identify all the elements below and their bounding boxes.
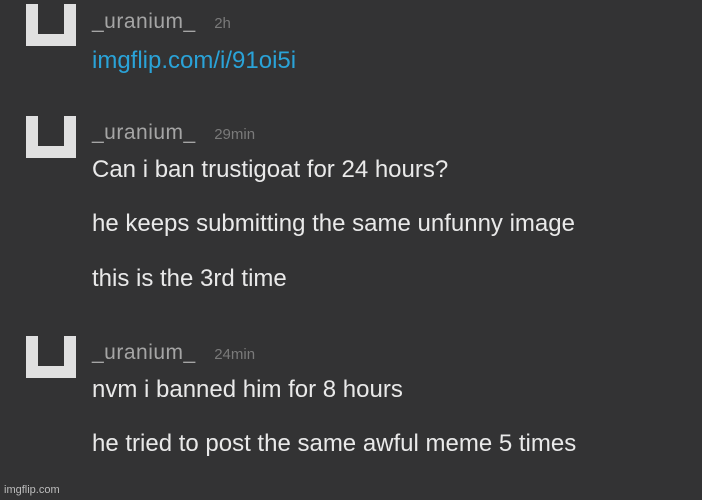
username-link[interactable]: _uranium_ xyxy=(92,121,196,144)
comment-text: this is the 3rd time xyxy=(92,265,287,292)
user-avatar-icon[interactable] xyxy=(26,4,76,46)
comment-text: he tried to post the same awful meme 5 t… xyxy=(92,430,577,457)
timestamp: 2h xyxy=(214,15,231,32)
timestamp: 29min xyxy=(214,126,256,143)
timestamp: 24min xyxy=(214,346,256,363)
watermark: imgflip.com xyxy=(4,484,60,496)
comment-meta: _uranium_ 2h xyxy=(92,10,231,34)
image-link[interactable]: imgflip.com/i/91oi5i xyxy=(92,47,296,75)
comment-meta: _uranium_ 24min xyxy=(92,341,255,365)
username-link[interactable]: _uranium_ xyxy=(92,10,196,33)
user-avatar-icon[interactable] xyxy=(26,116,76,158)
comment-text: he keeps submitting the same unfunny ima… xyxy=(92,210,575,237)
username-link[interactable]: _uranium_ xyxy=(92,341,196,364)
user-avatar-icon[interactable] xyxy=(26,336,76,378)
comment-meta: _uranium_ 29min xyxy=(92,121,255,145)
comment-text: nvm i banned him for 8 hours xyxy=(92,376,403,403)
comment-text: Can i ban trustigoat for 24 hours? xyxy=(92,156,449,183)
